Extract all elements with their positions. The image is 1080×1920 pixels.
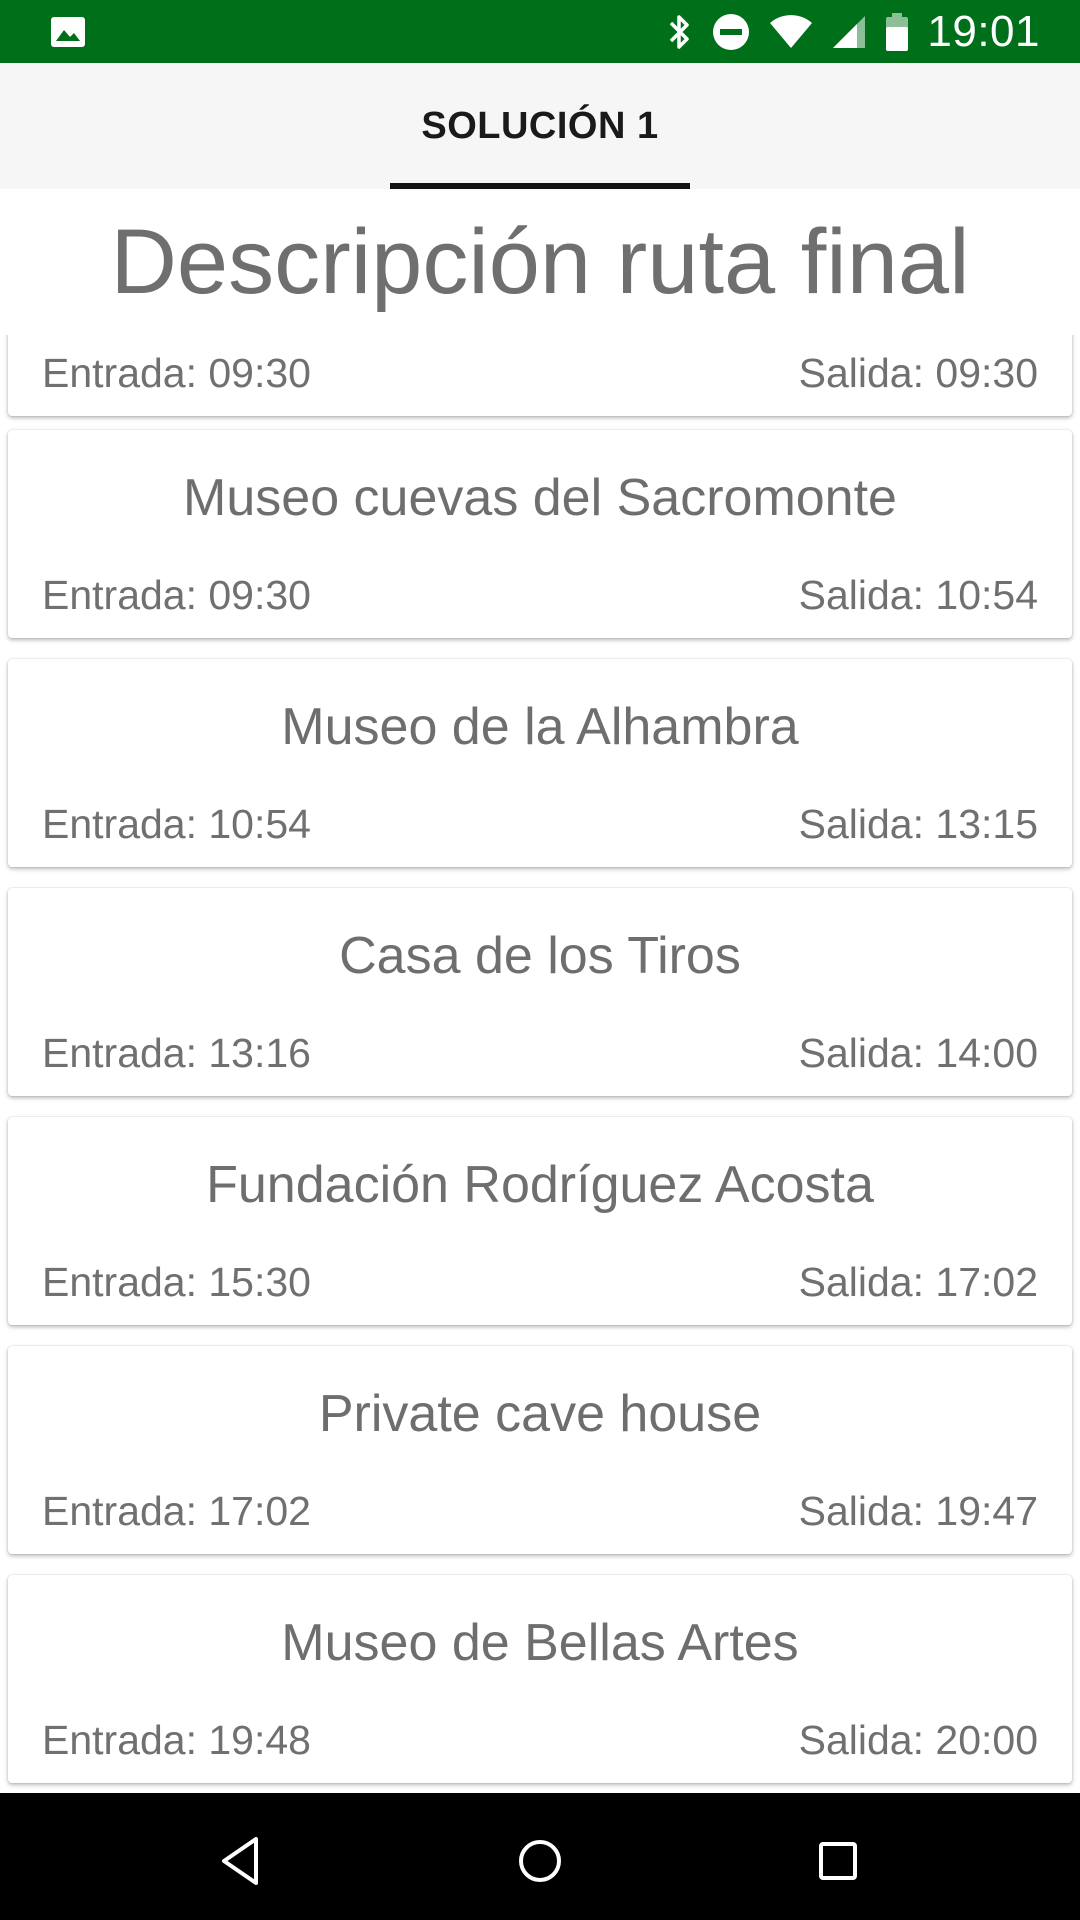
stop-salida: Salida: 09:30 (798, 350, 1038, 396)
stop-entrada: Entrada: 13:16 (42, 1030, 311, 1076)
stop-name: Private cave house (318, 1385, 762, 1443)
stop-name: Fundación Rodríguez Acosta (206, 1156, 874, 1214)
home-icon[interactable] (510, 1831, 570, 1891)
stop-entrada: Entrada: 17:02 (42, 1488, 311, 1534)
stop-card[interactable]: Private cave house Entrada: 17:02 Salida… (8, 1346, 1072, 1554)
stop-card[interactable]: Casa de los Tiros Entrada: 13:16 Salida:… (8, 888, 1072, 1096)
wifi-icon (769, 14, 813, 50)
stop-name: Museo cuevas del Sacromonte (183, 469, 897, 527)
stop-salida: Salida: 10:54 (798, 572, 1038, 618)
stop-entrada: Entrada: 15:30 (42, 1259, 311, 1305)
bluetooth-icon (667, 12, 693, 52)
stop-salida: Salida: 17:02 (798, 1259, 1038, 1305)
tab-bar: SOLUCIÓN 1 (0, 63, 1080, 189)
tab-solucion-1[interactable]: SOLUCIÓN 1 (390, 63, 690, 189)
status-clock: 19:01 (927, 6, 1040, 56)
stop-salida: Salida: 14:00 (798, 1030, 1038, 1076)
recents-icon[interactable] (808, 1831, 868, 1891)
stop-card[interactable]: Museo de la Alhambra Entrada: 10:54 Sali… (8, 659, 1072, 867)
stop-name: Casa de los Tiros (339, 927, 741, 985)
stop-entrada: Entrada: 10:54 (42, 801, 311, 847)
do-not-disturb-icon (711, 12, 751, 52)
stop-salida: Salida: 13:15 (798, 801, 1038, 847)
stop-entrada: Entrada: 09:30 (42, 572, 311, 618)
cell-signal-icon (831, 14, 867, 50)
back-icon[interactable] (212, 1831, 272, 1891)
stops-list[interactable]: Entrada: 09:30 Salida: 09:30 Museo cueva… (0, 335, 1080, 1793)
stop-name: Museo de la Alhambra (281, 698, 799, 756)
image-icon (50, 16, 86, 48)
stop-card[interactable]: Entrada: 09:30 Salida: 09:30 (8, 335, 1072, 416)
stop-salida: Salida: 20:00 (798, 1717, 1038, 1763)
stop-card[interactable]: Museo de Bellas Artes Entrada: 19:48 Sal… (8, 1575, 1072, 1783)
stop-name: Museo de Bellas Artes (281, 1614, 799, 1672)
status-bar: 19:01 (0, 0, 1080, 63)
stop-salida: Salida: 19:47 (798, 1488, 1038, 1534)
stop-card[interactable]: Fundación Rodríguez Acosta Entrada: 15:3… (8, 1117, 1072, 1325)
stop-entrada: Entrada: 09:30 (42, 350, 311, 396)
stop-entrada: Entrada: 19:48 (42, 1717, 311, 1763)
stop-card[interactable]: Museo cuevas del Sacromonte Entrada: 09:… (8, 430, 1072, 638)
page-title: Descripción ruta final (0, 189, 1080, 335)
navigation-bar (0, 1793, 1080, 1920)
battery-icon (885, 12, 909, 52)
